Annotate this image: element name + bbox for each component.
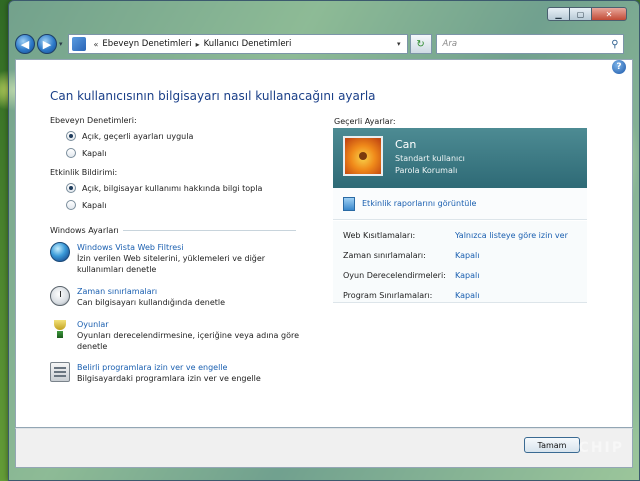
activity-off-label[interactable]: Kapalı [82, 201, 106, 210]
parental-controls-label: Ebeveyn Denetimleri: [50, 116, 137, 125]
web-filter-desc-line1: İzin verilen Web sitelerini, yüklemeleri… [77, 254, 266, 263]
forward-arrow-icon: ▶ [42, 37, 52, 51]
maximize-button[interactable]: ▢ [569, 7, 591, 21]
globe-icon[interactable] [50, 242, 70, 262]
button-bar: Tamam [15, 428, 633, 468]
program-limits-label: Program Sınırlamaları: [343, 291, 433, 300]
watermark-logo: CHIP [578, 440, 624, 456]
close-button[interactable]: ✕ [591, 7, 627, 21]
activity-reporting-label: Etkinlik Bildirimi: [50, 168, 118, 177]
caption-buttons: ▁ ▢ ✕ [547, 7, 627, 21]
parental-on-label[interactable]: Açık, geçerli ayarları uygula [82, 132, 193, 141]
game-ratings-value[interactable]: Kapalı [455, 271, 479, 280]
parental-off-label[interactable]: Kapalı [82, 149, 106, 158]
activity-on-label[interactable]: Açık, bilgisayar kullanımı hakkında bilg… [82, 184, 262, 193]
time-limits-desc: Can bilgisayarı kullandığında denetle [77, 298, 226, 307]
control-panel-icon [71, 37, 86, 51]
parental-on-radio[interactable] [66, 131, 76, 141]
programs-icon[interactable] [50, 362, 70, 382]
activity-on-radio[interactable] [66, 183, 76, 193]
section-divider [122, 230, 296, 231]
game-ratings-label: Oyun Derecelendirmeleri: [343, 271, 446, 280]
help-icon[interactable]: ? [612, 60, 626, 74]
web-filter-desc-line2: kullanımları denetle [77, 265, 157, 274]
parental-off-option[interactable]: Kapalı [66, 148, 106, 158]
address-chevron-icon[interactable]: « [94, 40, 99, 49]
time-limits-value[interactable]: Kapalı [455, 251, 479, 260]
back-arrow-icon: ◀ [20, 37, 30, 51]
search-icon[interactable]: ⚲ [611, 39, 618, 50]
activity-reports-link[interactable]: Etkinlik raporlarını görüntüle [362, 199, 476, 208]
search-box[interactable]: Ara ⚲ [435, 34, 624, 54]
activity-reports-row: Etkinlik raporlarını görüntüle [333, 188, 587, 220]
user-name: Can [395, 138, 417, 151]
windows-settings-heading: Windows Ayarları [50, 226, 296, 235]
title-bar[interactable]: ▁ ▢ ✕ [9, 1, 639, 29]
activity-off-option[interactable]: Kapalı [66, 200, 106, 210]
breadcrumb-user-controls[interactable]: Kullanıcı Denetimleri [204, 39, 292, 49]
windows-settings-label: Windows Ayarları [50, 226, 119, 235]
current-settings-label: Geçerli Ayarlar: [334, 117, 396, 126]
program-limits-value[interactable]: Kapalı [455, 291, 479, 300]
program-limits-link[interactable]: Belirli programlara izin ver ve engelle [77, 362, 261, 373]
refresh-button[interactable]: ↻ [409, 34, 432, 54]
clock-icon[interactable] [50, 286, 70, 306]
navigation-bar: ◀ ▶ ▾ « Ebeveyn Denetimleri ▸ Kullanıcı … [15, 31, 633, 57]
setting-program-limits: Belirli programlara izin ver ve engelle … [50, 362, 310, 384]
time-limits-label: Zaman sınırlamaları: [343, 251, 426, 260]
time-limits-link[interactable]: Zaman sınırlamaları [77, 286, 225, 297]
content-area: ? Can kullanıcısının bilgisayarı nasıl k… [15, 59, 633, 428]
program-limits-desc: Bilgisayardaki programlara izin ver ve e… [77, 374, 261, 383]
restrictions-summary: Web Kısıtlamaları: Yalnızca listeye göre… [333, 221, 587, 303]
web-restrictions-value[interactable]: Yalnızca listeye göre izin ver [455, 231, 568, 240]
setting-web-filter: Windows Vista Web Filtresi İzin verilen … [50, 242, 310, 275]
page-title: Can kullanıcısının bilgisayarı nasıl kul… [50, 89, 376, 103]
breadcrumb-separator-icon[interactable]: ▸ [196, 40, 200, 49]
back-button[interactable]: ◀ [15, 34, 35, 54]
activity-off-radio[interactable] [66, 200, 76, 210]
refresh-icon: ↻ [416, 38, 425, 50]
parental-off-radio[interactable] [66, 148, 76, 158]
web-restrictions-label: Web Kısıtlamaları: [343, 231, 416, 240]
user-avatar [343, 136, 383, 176]
recent-pages-dropdown-icon[interactable]: ▾ [59, 40, 63, 48]
address-bar[interactable]: « Ebeveyn Denetimleri ▸ Kullanıcı Deneti… [67, 34, 408, 54]
games-desc-line2: denetle [77, 342, 108, 351]
ok-button[interactable]: Tamam [524, 437, 580, 453]
parental-on-option[interactable]: Açık, geçerli ayarları uygula [66, 131, 193, 141]
address-dropdown-icon[interactable]: ▾ [397, 40, 401, 48]
trophy-icon[interactable] [50, 319, 70, 339]
user-card: Can Standart kullanıcı Parola Korumalı [333, 128, 587, 188]
games-link[interactable]: Oyunlar [77, 319, 299, 330]
setting-games: Oyunlar Oyunları derecelendirmesine, içe… [50, 319, 310, 352]
breadcrumb-parental-controls[interactable]: Ebeveyn Denetimleri [102, 39, 191, 49]
setting-time-limits: Zaman sınırlamaları Can bilgisayarı kull… [50, 286, 310, 308]
control-panel-window: ▁ ▢ ✕ ◀ ▶ ▾ « Ebeveyn Denetimleri ▸ Kull… [8, 0, 640, 481]
activity-on-option[interactable]: Açık, bilgisayar kullanımı hakkında bilg… [66, 183, 262, 193]
forward-button[interactable]: ▶ [37, 34, 57, 54]
user-account-type: Standart kullanıcı [395, 154, 465, 163]
search-placeholder: Ara [442, 39, 458, 49]
web-filter-link[interactable]: Windows Vista Web Filtresi [77, 242, 265, 253]
user-password-status: Parola Korumalı [395, 166, 458, 175]
report-icon [343, 196, 355, 211]
minimize-button[interactable]: ▁ [547, 7, 569, 21]
games-desc-line1: Oyunları derecelendirmesine, içeriğine v… [77, 331, 300, 340]
